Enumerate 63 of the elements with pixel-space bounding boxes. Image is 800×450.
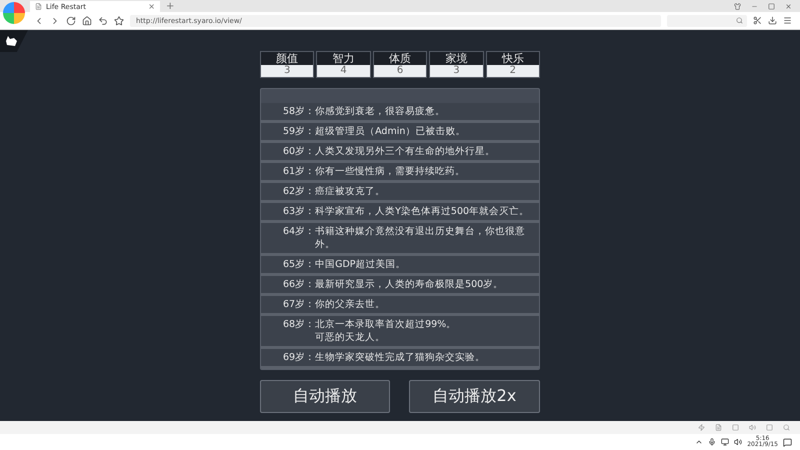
- event-text: 人类又发现另外三个有生命的地外行星。: [315, 145, 496, 158]
- undo-icon[interactable]: [98, 16, 108, 26]
- page-icon: [35, 3, 42, 10]
- event-text: 你的父亲去世。: [315, 298, 386, 311]
- event-text: 癌症被攻克了。: [315, 185, 386, 198]
- event-age: 61岁：: [283, 165, 316, 178]
- event-age: 66岁：: [283, 278, 316, 291]
- event-age: 63岁：: [283, 205, 316, 218]
- event-age: 60岁：: [283, 145, 316, 158]
- notification-icon: [783, 438, 792, 446]
- home-icon[interactable]: [82, 16, 92, 26]
- event-age: 62岁：: [283, 185, 316, 198]
- menu-icon[interactable]: [783, 16, 792, 25]
- stat-label: 体质: [374, 52, 426, 65]
- square-icon: [766, 424, 773, 431]
- autoplay-button[interactable]: 自动播放: [260, 380, 390, 413]
- page-icon: [715, 424, 722, 431]
- event-text: 你感觉到衰老，很容易疲惫。: [315, 105, 446, 118]
- square-icon: [732, 424, 739, 431]
- event-age: 68岁：: [283, 318, 316, 332]
- lightning-icon: [698, 424, 705, 431]
- stat-value: 3: [261, 65, 314, 77]
- stat-value: 3: [430, 65, 483, 77]
- stat-label: 智力: [317, 52, 370, 65]
- event-age: 58岁：: [283, 105, 316, 118]
- scissors-icon[interactable]: [753, 16, 762, 25]
- star-icon[interactable]: [114, 16, 124, 26]
- event-text: 中国GDP超过美国。: [315, 258, 406, 271]
- reload-icon[interactable]: [66, 16, 76, 26]
- event-age: 59岁：: [283, 125, 316, 138]
- browser-logo-icon: [3, 2, 25, 24]
- tab-close-button[interactable]: ×: [148, 2, 155, 10]
- download-icon[interactable]: [768, 16, 777, 25]
- event-text: 你有一些慢性病，需要持续吃药。: [315, 165, 466, 178]
- search-icon: [783, 424, 790, 431]
- event-text: 生物学家突破性完成了猫狗杂交实验。: [315, 351, 486, 364]
- new-tab-button[interactable]: +: [166, 2, 174, 12]
- event-age: 64岁：: [283, 225, 316, 239]
- search-field[interactable]: [667, 14, 747, 26]
- monitor-icon: [721, 438, 730, 446]
- event-text: 超级管理员（Admin）已被击败。: [315, 125, 466, 138]
- search-icon: [736, 17, 743, 24]
- event-text: 可恶的天龙人。: [315, 331, 386, 344]
- stat-label: 快乐: [486, 52, 540, 65]
- stat-value: 4: [317, 65, 370, 77]
- event-age: 65岁：: [283, 258, 316, 271]
- event-age: 69岁：: [283, 351, 316, 364]
- autoplay-button[interactable]: 自动播放2x: [409, 380, 540, 413]
- maximize-icon[interactable]: [768, 2, 775, 10]
- event-age: 67岁：: [283, 298, 316, 311]
- speaker-icon: [734, 438, 742, 446]
- event-text: 书籍这种媒介竟然没有退出历史舞台，你也很意外。: [315, 225, 526, 251]
- stat-label: 家境: [430, 52, 483, 65]
- chevron-up-icon: [695, 438, 704, 446]
- event-text: 最新研究显示，人类的寿命极限是500岁。: [315, 278, 504, 291]
- close-icon[interactable]: [785, 2, 792, 10]
- stat-value: 2: [486, 65, 540, 77]
- stat-label: 颜值: [261, 52, 314, 65]
- event-text: 北京一本录取率首次超过99%。: [315, 318, 456, 331]
- stat-value: 6: [374, 65, 426, 77]
- microphone-icon: [708, 438, 716, 446]
- speaker-icon: [749, 424, 756, 431]
- event-text: 科学家宣布，人类Y染色体再过500年就会灭亡。: [315, 205, 530, 218]
